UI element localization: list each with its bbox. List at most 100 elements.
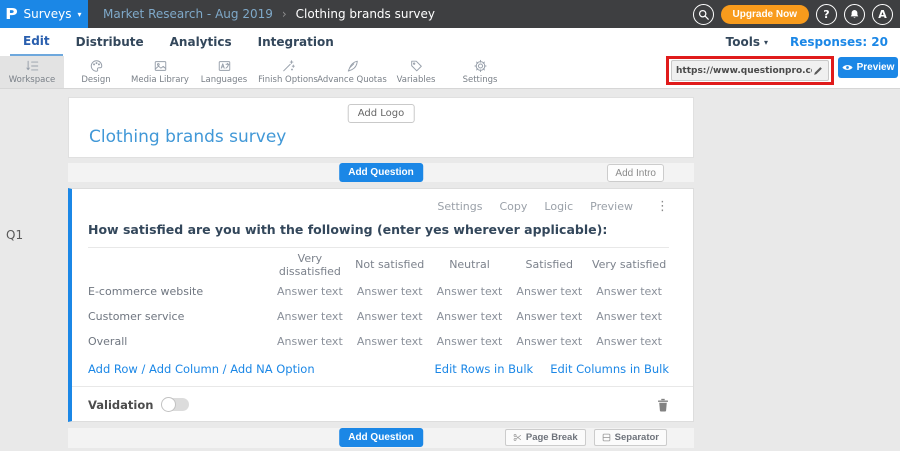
preview-button[interactable]: Preview bbox=[838, 57, 898, 78]
matrix-column-header[interactable]: Satisfied bbox=[509, 258, 589, 271]
bell-icon bbox=[849, 9, 860, 20]
section-nav: Edit Distribute Analytics Integration To… bbox=[0, 28, 900, 56]
tag-icon bbox=[409, 59, 424, 73]
search-button[interactable] bbox=[693, 4, 714, 25]
toolbar-item-media-library[interactable]: Media Library bbox=[128, 56, 192, 88]
toolbar-item-label: Design bbox=[81, 75, 110, 85]
matrix-column-header[interactable]: Neutral bbox=[430, 258, 510, 271]
matrix-answer-cell[interactable]: Answer text bbox=[350, 285, 430, 298]
tab-integration[interactable]: Integration bbox=[245, 28, 347, 56]
tools-dropdown[interactable]: Tools ▾ bbox=[726, 35, 768, 49]
add-row-link[interactable]: Add Row bbox=[88, 362, 138, 376]
matrix-column-header[interactable]: Not satisfied bbox=[350, 258, 430, 271]
scissors-icon bbox=[513, 433, 522, 442]
palette-icon bbox=[89, 59, 104, 73]
matrix-answer-cell[interactable]: Answer text bbox=[430, 310, 510, 323]
breadcrumb-separator-icon: › bbox=[282, 7, 287, 21]
question-settings-link[interactable]: Settings bbox=[437, 200, 482, 213]
toolbar-item-languages[interactable]: Languages bbox=[192, 56, 256, 88]
toolbar-item-label: Advance Quotas bbox=[317, 75, 387, 85]
matrix-answer-cell[interactable]: Answer text bbox=[589, 310, 669, 323]
separator-button[interactable]: Separator bbox=[594, 429, 667, 446]
survey-editor-page: P Surveys ▾ Market Research - Aug 2019 ›… bbox=[0, 0, 900, 451]
footer-row: Add Question Page Break Separator bbox=[68, 428, 694, 448]
matrix-edit-links-row: Add Row / Add Column / Add NA Option Edi… bbox=[88, 361, 669, 376]
question-number: Q1 bbox=[6, 228, 23, 242]
add-question-button-bottom[interactable]: Add Question bbox=[339, 428, 423, 447]
matrix-row-label[interactable]: E-commerce website bbox=[88, 285, 270, 298]
workspace-icon bbox=[25, 59, 40, 73]
separator-label: Separator bbox=[615, 432, 659, 443]
add-na-option-link[interactable]: Add NA Option bbox=[230, 362, 314, 376]
survey-header-card: Add Logo Clothing brands survey bbox=[68, 97, 694, 158]
help-button[interactable]: ? bbox=[816, 4, 837, 25]
chevron-down-icon: ▾ bbox=[764, 38, 768, 47]
matrix-answer-cell[interactable]: Answer text bbox=[509, 310, 589, 323]
question-text[interactable]: How satisfied are you with the following… bbox=[88, 222, 669, 237]
matrix-answer-cell[interactable]: Answer text bbox=[270, 335, 350, 348]
notifications-button[interactable] bbox=[844, 4, 865, 25]
matrix-answer-cell[interactable]: Answer text bbox=[509, 285, 589, 298]
matrix-row: Overall Answer text Answer text Answer t… bbox=[88, 329, 669, 354]
matrix-row-label[interactable]: Customer service bbox=[88, 310, 270, 323]
responses-count[interactable]: Responses: 20 bbox=[790, 35, 888, 49]
matrix-answer-cell[interactable]: Answer text bbox=[430, 335, 510, 348]
survey-title[interactable]: Clothing brands survey bbox=[89, 127, 286, 147]
survey-url-input[interactable] bbox=[676, 66, 812, 76]
toolbar-item-label: Finish Options bbox=[258, 75, 318, 85]
matrix-answer-cell[interactable]: Answer text bbox=[589, 285, 669, 298]
kebab-menu-icon[interactable]: ⋮ bbox=[656, 199, 669, 214]
matrix-column-header[interactable]: Very dissatisfied bbox=[270, 252, 350, 278]
matrix-answer-cell[interactable]: Answer text bbox=[270, 310, 350, 323]
matrix-header-row: Very dissatisfied Not satisfied Neutral … bbox=[88, 250, 669, 279]
validation-row: Validation bbox=[88, 387, 669, 422]
question-preview-link[interactable]: Preview bbox=[590, 200, 633, 213]
edit-columns-in-bulk-link[interactable]: Edit Columns in Bulk bbox=[550, 362, 669, 376]
toolbar-item-label: Variables bbox=[397, 75, 436, 85]
matrix-row-label[interactable]: Overall bbox=[88, 335, 270, 348]
edit-url-pencil-icon[interactable] bbox=[812, 65, 824, 77]
languages-icon bbox=[217, 59, 232, 73]
toolbar-item-settings[interactable]: Settings bbox=[448, 56, 512, 88]
question-logic-link[interactable]: Logic bbox=[544, 200, 573, 213]
matrix-answer-cell[interactable]: Answer text bbox=[350, 335, 430, 348]
toolbar-item-workspace[interactable]: Workspace bbox=[0, 56, 64, 88]
question-copy-link[interactable]: Copy bbox=[500, 200, 528, 213]
matrix-answer-cell[interactable]: Answer text bbox=[270, 285, 350, 298]
add-links-group: Add Row / Add Column / Add NA Option bbox=[88, 362, 315, 376]
breadcrumb-folder[interactable]: Market Research - Aug 2019 bbox=[103, 7, 273, 21]
eye-icon bbox=[842, 63, 853, 72]
account-avatar[interactable]: A bbox=[872, 4, 893, 25]
tab-edit[interactable]: Edit bbox=[10, 28, 63, 56]
matrix-answer-cell[interactable]: Answer text bbox=[589, 335, 669, 348]
toolbar-item-design[interactable]: Design bbox=[64, 56, 128, 88]
tab-analytics[interactable]: Analytics bbox=[157, 28, 245, 56]
matrix-answer-cell[interactable]: Answer text bbox=[430, 285, 510, 298]
validation-toggle[interactable] bbox=[162, 398, 189, 411]
tools-label: Tools bbox=[726, 35, 760, 49]
matrix-answer-cell[interactable]: Answer text bbox=[509, 335, 589, 348]
upgrade-now-button[interactable]: Upgrade Now bbox=[721, 5, 809, 24]
tab-distribute[interactable]: Distribute bbox=[63, 28, 157, 56]
topbar-actions: Upgrade Now ? A bbox=[693, 4, 893, 25]
delete-question-button[interactable] bbox=[657, 398, 669, 412]
questionpro-logo-icon: P bbox=[6, 5, 19, 23]
question-actions: Settings Copy Logic Preview ⋮ bbox=[88, 199, 669, 214]
chevron-down-icon: ▾ bbox=[77, 10, 81, 19]
toolbar-item-finish-options[interactable]: Finish Options bbox=[256, 56, 320, 88]
page-break-button[interactable]: Page Break bbox=[505, 429, 586, 446]
toolbar-item-label: Settings bbox=[463, 75, 498, 85]
matrix-answer-cell[interactable]: Answer text bbox=[350, 310, 430, 323]
edit-rows-in-bulk-link[interactable]: Edit Rows in Bulk bbox=[435, 362, 534, 376]
add-intro-button[interactable]: Add Intro bbox=[607, 164, 664, 182]
toolbar-item-variables[interactable]: Variables bbox=[384, 56, 448, 88]
toolbar-item-advance-quotas[interactable]: Advance Quotas bbox=[320, 56, 384, 88]
add-column-link[interactable]: Add Column bbox=[149, 362, 219, 376]
add-logo-button[interactable]: Add Logo bbox=[348, 104, 415, 123]
divider bbox=[88, 247, 669, 248]
matrix-column-header[interactable]: Very satisfied bbox=[589, 258, 669, 271]
add-question-button-top[interactable]: Add Question bbox=[339, 163, 423, 182]
surveys-app-menu[interactable]: P Surveys ▾ bbox=[0, 0, 88, 28]
survey-url-field[interactable] bbox=[671, 60, 829, 81]
url-highlight-annotation bbox=[666, 56, 834, 85]
